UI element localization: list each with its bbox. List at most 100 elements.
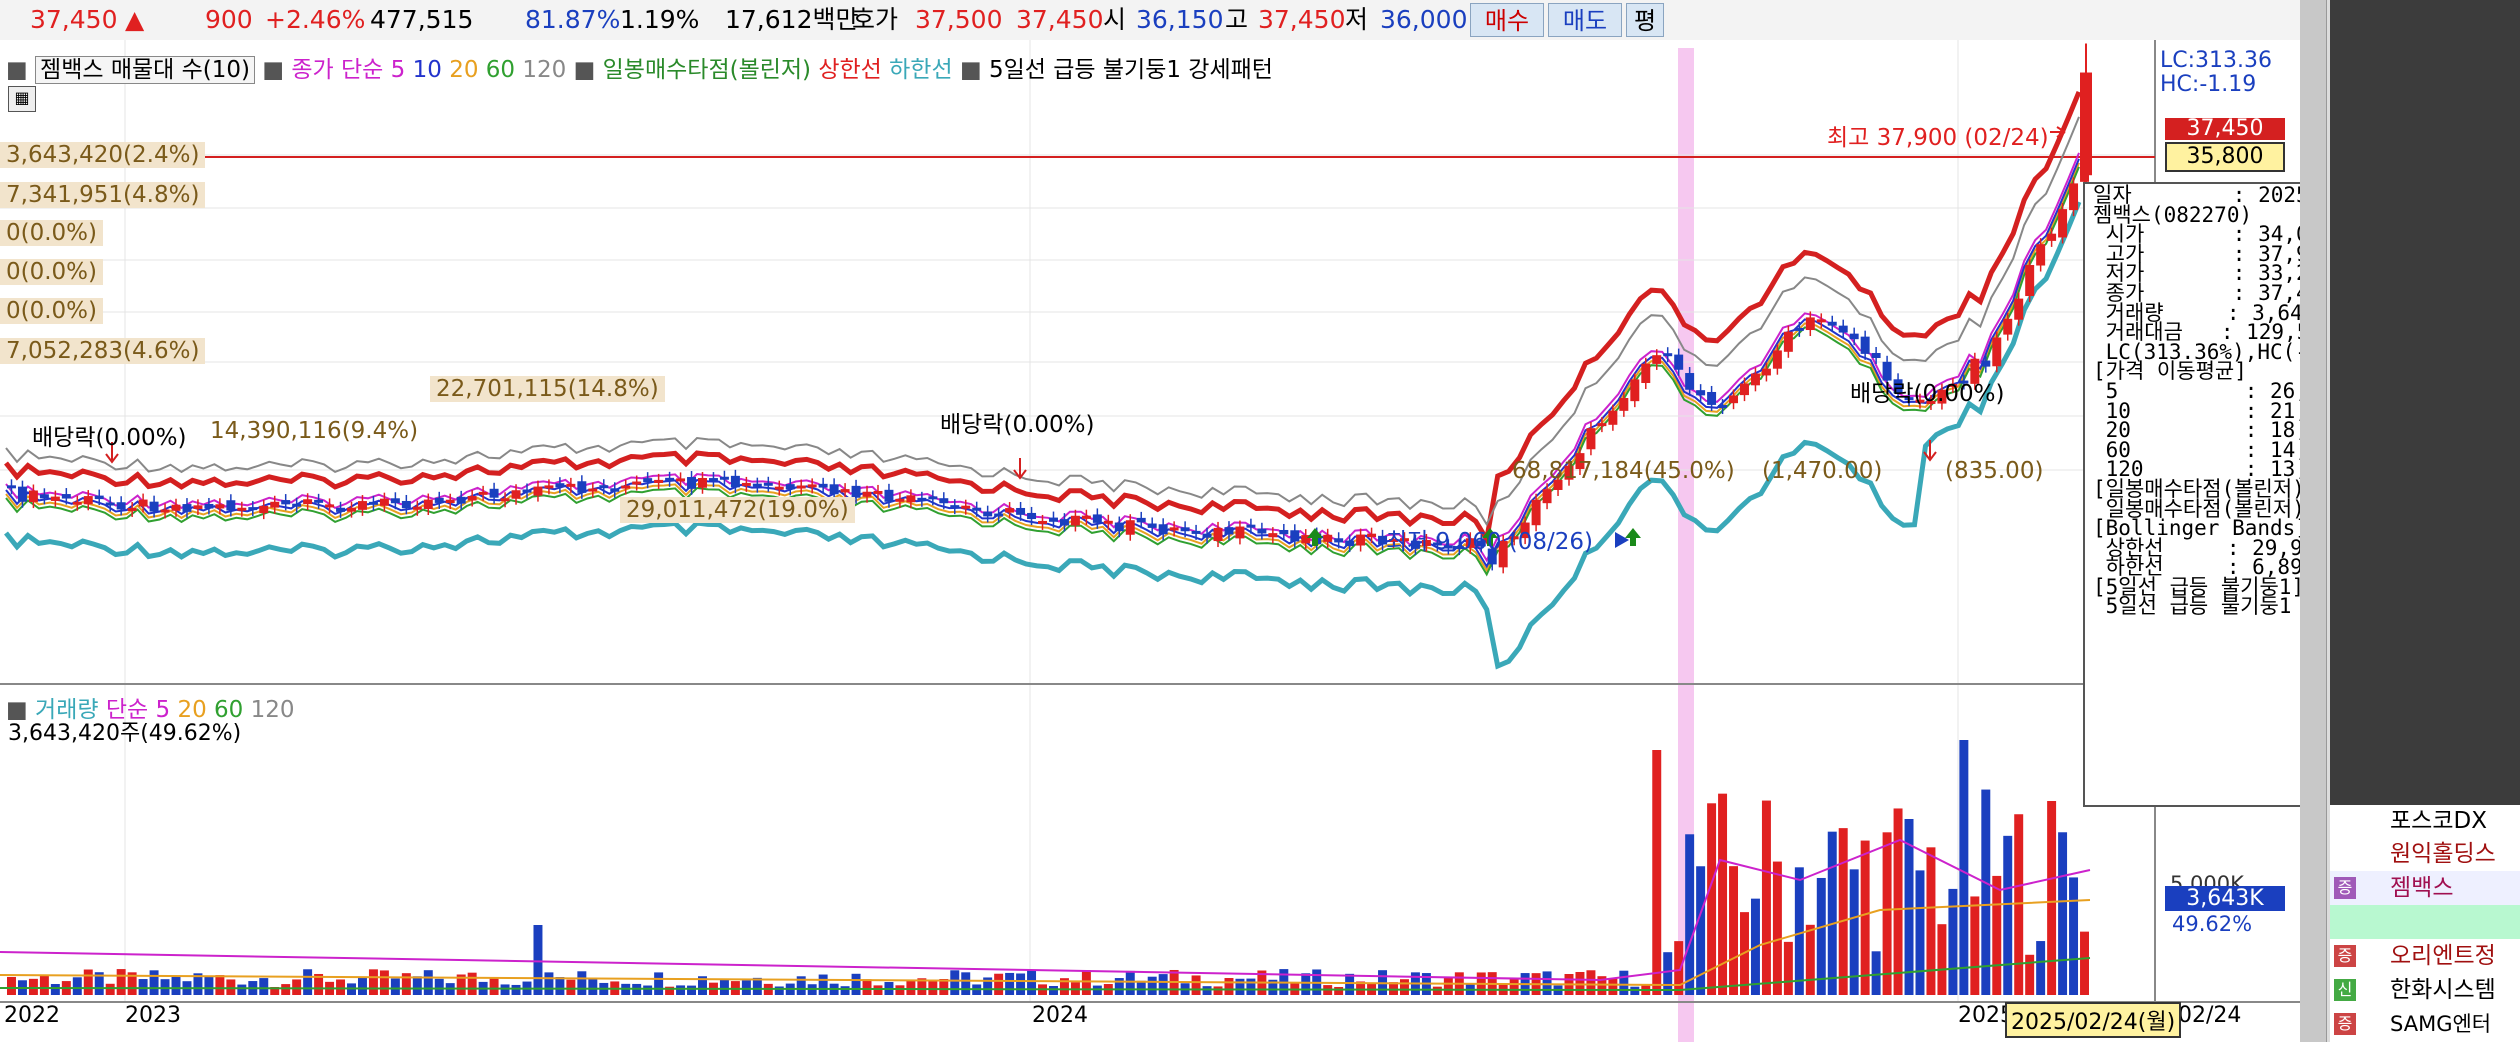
watchlist-name: 오리엔트정 <box>2390 943 2496 969</box>
legend-ma120[interactable]: 120 <box>522 57 566 83</box>
candle-body <box>1169 527 1179 531</box>
legend-bollinger[interactable]: 일봉매수타점(볼린저) <box>603 57 811 83</box>
volume-bar <box>1016 973 1026 995</box>
average-button[interactable]: 평 <box>1626 3 1664 37</box>
buy-button[interactable]: 매수 <box>1470 3 1544 37</box>
volume-bar <box>105 983 115 995</box>
candle-body <box>1114 522 1124 532</box>
candle-body <box>1345 540 1355 547</box>
profile-label: 68,817,184(45.0%) <box>1512 458 1735 484</box>
up-arrow-icon: ▲ <box>125 5 145 34</box>
candle-body <box>1016 507 1026 515</box>
legend-ma60[interactable]: 60 <box>486 57 515 83</box>
legend-lower-band[interactable]: 하한선 <box>889 57 952 83</box>
candle-body <box>1729 395 1739 404</box>
volume-bar <box>2036 941 2046 995</box>
volume-bar <box>2003 835 2013 995</box>
candle-body <box>643 478 653 483</box>
watchlist-row[interactable]: 증 젬백스 <box>2330 871 2520 905</box>
lower-tag: 35,800 <box>2165 142 2285 172</box>
volume-bar <box>895 985 905 995</box>
candle-body <box>719 476 729 480</box>
legend-ma10[interactable]: 10 <box>413 57 442 83</box>
legend-ma-label[interactable]: 종가 단순 <box>291 57 383 83</box>
candle-body <box>1597 423 1607 427</box>
volume-bar <box>1707 803 1717 995</box>
volume-bar <box>1027 970 1037 995</box>
latest-candle-body <box>2080 72 2092 176</box>
candle-body <box>2036 244 2046 266</box>
legend-ma20[interactable]: 20 <box>449 57 478 83</box>
cursor-date: 2025/02/24(월) <box>2005 1002 2182 1038</box>
volume-bar <box>83 969 93 995</box>
volume-bar <box>654 972 664 995</box>
candle-body <box>347 507 356 512</box>
watchlist-row[interactable]: 원익홀딩스 <box>2330 837 2520 871</box>
watchlist-badge: 증 <box>2334 877 2356 899</box>
candle-body <box>434 497 444 503</box>
watchlist-row[interactable]: 증 SAMG엔터 <box>2330 1007 2520 1042</box>
volume-bar <box>566 979 576 995</box>
watchlist-badge: 신 <box>2334 979 2356 1001</box>
candle-body <box>160 509 170 513</box>
candle-body <box>368 501 378 505</box>
candle-body <box>2058 209 2068 238</box>
volume-bar <box>204 976 214 995</box>
profile-label: 0(0.0%) <box>0 298 104 324</box>
volume-legend-ma120[interactable]: 120 <box>251 697 295 723</box>
candle-body <box>807 484 817 488</box>
volume-bar <box>676 985 686 995</box>
candle-body <box>1740 383 1749 396</box>
candle-body <box>1685 373 1695 390</box>
candle-body <box>730 475 740 488</box>
profile-label: 22,701,115(14.8%) <box>430 376 665 402</box>
volume-bar <box>138 979 148 995</box>
candle-body <box>917 497 927 501</box>
watchlist-row[interactable]: 증 오리엔트정 <box>2330 939 2520 973</box>
current-price: 37,450 <box>30 5 118 34</box>
price-change: 900 <box>205 5 253 34</box>
candle-body <box>1619 398 1629 411</box>
volume-bar <box>1301 973 1311 995</box>
watchlist-row[interactable]: 신 한화시스템 <box>2330 973 2520 1007</box>
ask-price: 37,500 <box>915 5 1003 34</box>
volume-bar <box>1926 847 1936 995</box>
volume-bar <box>1827 831 1837 995</box>
volume-bar <box>379 970 389 995</box>
bid-price: 37,450 <box>1016 5 1104 34</box>
legend-pattern[interactable]: 5일선 급등 불기둥1 강세패턴 <box>989 57 1273 83</box>
panel-scrollbar[interactable] <box>2300 0 2327 1042</box>
high-price: 37,450 <box>1258 5 1346 34</box>
volume-bar <box>2058 832 2068 995</box>
legend-volume-profile[interactable]: 젬백스 매물대 수(10) <box>35 56 256 84</box>
volume-bar <box>1663 952 1673 995</box>
low-label: 저 <box>1345 5 1369 34</box>
watchlist-row[interactable] <box>2330 905 2520 939</box>
candle-body <box>862 491 872 497</box>
volume-bar <box>1915 870 1925 995</box>
volume-bar <box>544 972 554 995</box>
watchlist-name: 원익홀딩스 <box>2390 841 2496 867</box>
volume-bar <box>1081 970 1091 995</box>
candle-body <box>1191 530 1201 534</box>
legend-upper-band[interactable]: 상한선 <box>818 57 881 83</box>
candle-body <box>1180 527 1190 532</box>
low-annotation: 최저 9,060 (08/26) <box>1386 529 1594 555</box>
candle-body <box>983 511 993 517</box>
candle-body <box>292 503 302 507</box>
grid-toggle-icon[interactable]: ▦ <box>8 86 36 112</box>
stock-chart[interactable] <box>0 40 2300 1042</box>
candle-body <box>50 496 60 501</box>
volume-bar <box>292 979 302 995</box>
candle-body <box>961 505 971 509</box>
candle-body <box>533 486 543 496</box>
sell-button[interactable]: 매도 <box>1548 3 1622 37</box>
candle-body <box>972 507 982 511</box>
watchlist-name: 한화시스템 <box>2390 977 2496 1003</box>
candle-body <box>1794 327 1804 331</box>
candle-body <box>171 504 181 511</box>
watchlist-row[interactable]: 포스코DX <box>2330 805 2520 837</box>
legend-ma5[interactable]: 5 <box>391 57 406 83</box>
candle-body <box>478 491 488 495</box>
candle-body <box>1092 514 1102 523</box>
